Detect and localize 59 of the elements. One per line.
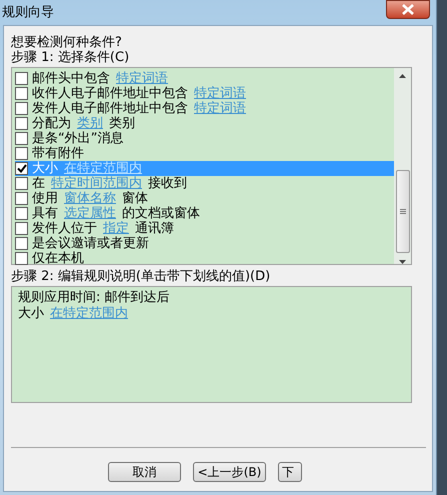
checkbox[interactable] [15,252,28,265]
condition-text: 类别 [109,116,135,131]
condition-text: 在 [32,176,45,191]
condition-text: 通讯簿 [135,221,174,236]
checkbox[interactable] [15,162,28,175]
condition-text: 窗体 [122,191,148,206]
checkbox[interactable] [15,147,28,160]
checkbox[interactable] [15,192,28,205]
condition-text: 发件人电子邮件地址中包含 [32,101,188,116]
checkbox[interactable] [15,207,28,220]
value-link[interactable]: 特定词语 [116,71,168,86]
value-link[interactable]: 窗体名称 [64,191,116,206]
checkbox[interactable] [15,87,28,100]
window-title: 规则向导 [2,4,54,22]
value-link[interactable]: 在特定范围内 [64,161,142,176]
condition-text: 是条“外出”消息 [32,131,124,146]
selected-row-highlight[interactable]: 大小 在特定范围内 [15,161,394,176]
condition-text: 分配为 [32,116,71,131]
condition-text: 大小 [18,306,44,322]
scroll-up-icon [399,74,406,78]
checkbox[interactable] [15,132,28,145]
value-link[interactable]: 特定词语 [194,86,246,101]
condition-text: 大小 [32,161,58,176]
checkmark-icon [16,164,26,173]
value-link[interactable]: 指定 [103,221,129,236]
condition-text: 具有 [32,206,58,221]
checkbox[interactable] [15,177,28,190]
scroll-thumb[interactable] [396,170,410,253]
checkbox[interactable] [15,102,28,115]
close-button[interactable] [386,0,430,19]
condition-text: 收件人电子邮件地址中包含 [32,86,188,101]
condition-text: 发件人位于 [32,221,97,236]
scrollbar[interactable] [394,68,411,264]
step-label: 步骤 1: 选择条件(C) [11,50,130,65]
value-link[interactable]: 选定属性 [64,206,116,221]
value-link[interactable]: 特定时间范围内 [51,176,142,191]
question-text: 想要检测何种条件? [11,35,123,50]
grip-icon [400,209,406,214]
condition-text: 邮件头中包含 [32,71,110,86]
value-link[interactable]: 类别 [77,116,103,131]
value-link[interactable]: 特定词语 [194,101,246,116]
dialog-button[interactable]: 取消 [108,462,181,482]
checkbox[interactable] [15,237,28,250]
close-icon [402,4,414,15]
checkbox[interactable] [15,72,28,85]
checkbox[interactable] [15,222,28,235]
step-label: 步骤 2: 编辑规则说明(单击带下划线的值)(D) [11,269,272,284]
condition-text: 使用 [32,191,58,206]
condition-text: 接收到 [148,176,187,191]
dialog-button[interactable]: <上一步(B) [193,462,266,482]
condition-text: 带有附件 [32,146,84,161]
dialog-button[interactable]: 下 [278,462,302,482]
condition-text: 的文档或窗体 [122,206,200,221]
condition-text: 仅在本机 [32,251,84,266]
condition-text: 是会议邀请或者更新 [32,236,149,251]
scroll-down-icon [399,260,406,264]
value-link[interactable]: 在特定范围内 [50,306,128,322]
condition-text: 规则应用时间: 邮件到达后 [18,290,170,306]
checkbox[interactable] [15,117,28,130]
